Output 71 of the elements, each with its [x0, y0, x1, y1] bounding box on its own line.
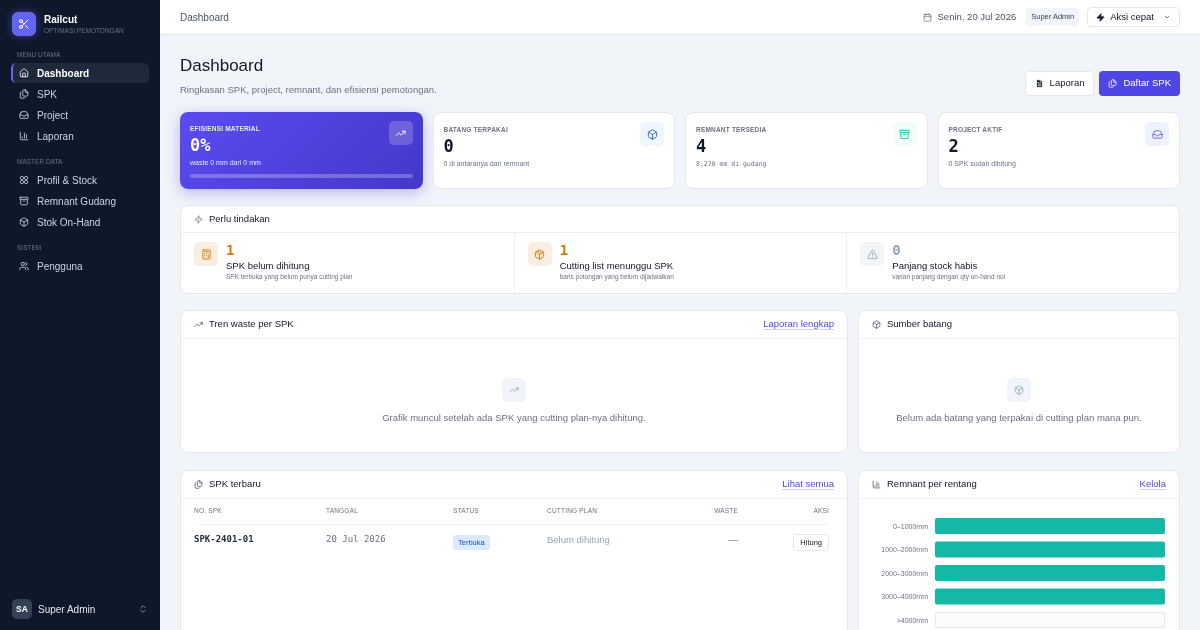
nav-item[interactable]: SPK	[11, 84, 149, 104]
action-count: 1	[226, 242, 236, 259]
scissors-icon	[12, 12, 36, 36]
package-icon	[527, 242, 552, 266]
report-button[interactable]: Laporan	[1024, 71, 1095, 96]
nav-item[interactable]: Pengguna	[11, 256, 149, 276]
bar-chart-icon	[19, 131, 29, 141]
stat-value: 0	[443, 135, 455, 157]
action-count: 0	[892, 242, 902, 259]
date-label: Senin, 20 Jul 2026	[937, 9, 1017, 24]
archive-icon	[19, 196, 29, 206]
table-cell: Belum dihitung	[547, 524, 666, 555]
breadcrumb: Dashboard	[180, 10, 229, 25]
document-icon	[1034, 79, 1044, 88]
panel-link[interactable]: Lihat semua	[782, 477, 834, 492]
table-cell: SPK-2401-01	[194, 524, 326, 555]
chevrons-icon[interactable]	[138, 604, 148, 614]
page-title: Dashboard	[180, 55, 265, 77]
lightning-icon	[194, 214, 203, 224]
action-title: Panjang stock habis	[892, 260, 979, 272]
empty-message: Belum ada batang yang terpakai di cutting plan mana pun.	[896, 410, 1142, 425]
files-icon	[19, 89, 29, 99]
archive-icon	[892, 122, 917, 146]
nav-item[interactable]: Dashboard	[11, 63, 149, 83]
table-cell: —	[666, 524, 738, 555]
warning-icon	[860, 242, 885, 266]
cube-icon	[872, 320, 881, 329]
files-icon	[194, 480, 203, 489]
action-title: Cutting list menunggu SPK	[559, 260, 674, 272]
lightning-icon	[1096, 12, 1106, 22]
trend-icon	[502, 377, 526, 402]
caret-icon	[1163, 13, 1171, 21]
stat-value: 2	[948, 135, 960, 157]
brand-name: Railcut	[44, 13, 79, 26]
calendar-icon	[922, 12, 932, 22]
bar-chart-icon	[872, 480, 881, 489]
panel-title: SPK terbaru	[209, 477, 261, 492]
nav-item[interactable]: Project	[11, 105, 149, 125]
table-cell: 20 Jul 2026	[326, 524, 453, 555]
panel-title: Sumber batang	[887, 317, 952, 332]
panel-title: Remnant per rentang	[887, 477, 977, 492]
nav-item[interactable]: Stok On-Hand	[11, 212, 149, 232]
cube-icon	[19, 217, 29, 227]
stat-value: 4	[696, 135, 708, 157]
users-icon	[19, 261, 29, 271]
user-name: Super Admin	[38, 602, 96, 617]
nav-item[interactable]: Remnant Gudang	[11, 191, 149, 211]
trend-icon	[388, 121, 413, 145]
cube-icon	[640, 122, 664, 146]
stat-value: 0%	[190, 134, 212, 156]
tray-icon	[1145, 122, 1169, 146]
nav-item[interactable]: Profil & Stock	[11, 170, 149, 190]
files-icon	[1108, 79, 1118, 88]
calculator-icon	[194, 242, 218, 266]
action-count: 1	[559, 242, 570, 259]
cube-icon	[1007, 377, 1031, 402]
circles-icon	[19, 175, 29, 185]
nav-item[interactable]: Laporan	[11, 126, 149, 146]
tray-icon	[19, 110, 29, 120]
spk-list-button[interactable]: Daftar SPK	[1099, 71, 1180, 96]
panel-link[interactable]: Kelola	[1139, 477, 1166, 492]
avatar: SA	[12, 599, 32, 619]
empty-message: Grafik muncul setelah ada SPK yang cutting plan-nya dihitung.	[382, 410, 646, 425]
trend-icon	[194, 320, 203, 329]
quick-action-button[interactable]: Aksi cepat	[1087, 7, 1180, 27]
house-icon	[19, 68, 29, 78]
page-subtitle: Ringkasan SPK, project, remnant, dan efisiensi pemotongan.	[180, 83, 437, 96]
action-title: SPK belum dihitung	[226, 260, 311, 272]
panel-title: Perlu tindakan	[209, 211, 270, 226]
panel-link[interactable]: Laporan lengkap	[763, 317, 834, 332]
panel-title: Tren waste per SPK	[209, 317, 294, 332]
